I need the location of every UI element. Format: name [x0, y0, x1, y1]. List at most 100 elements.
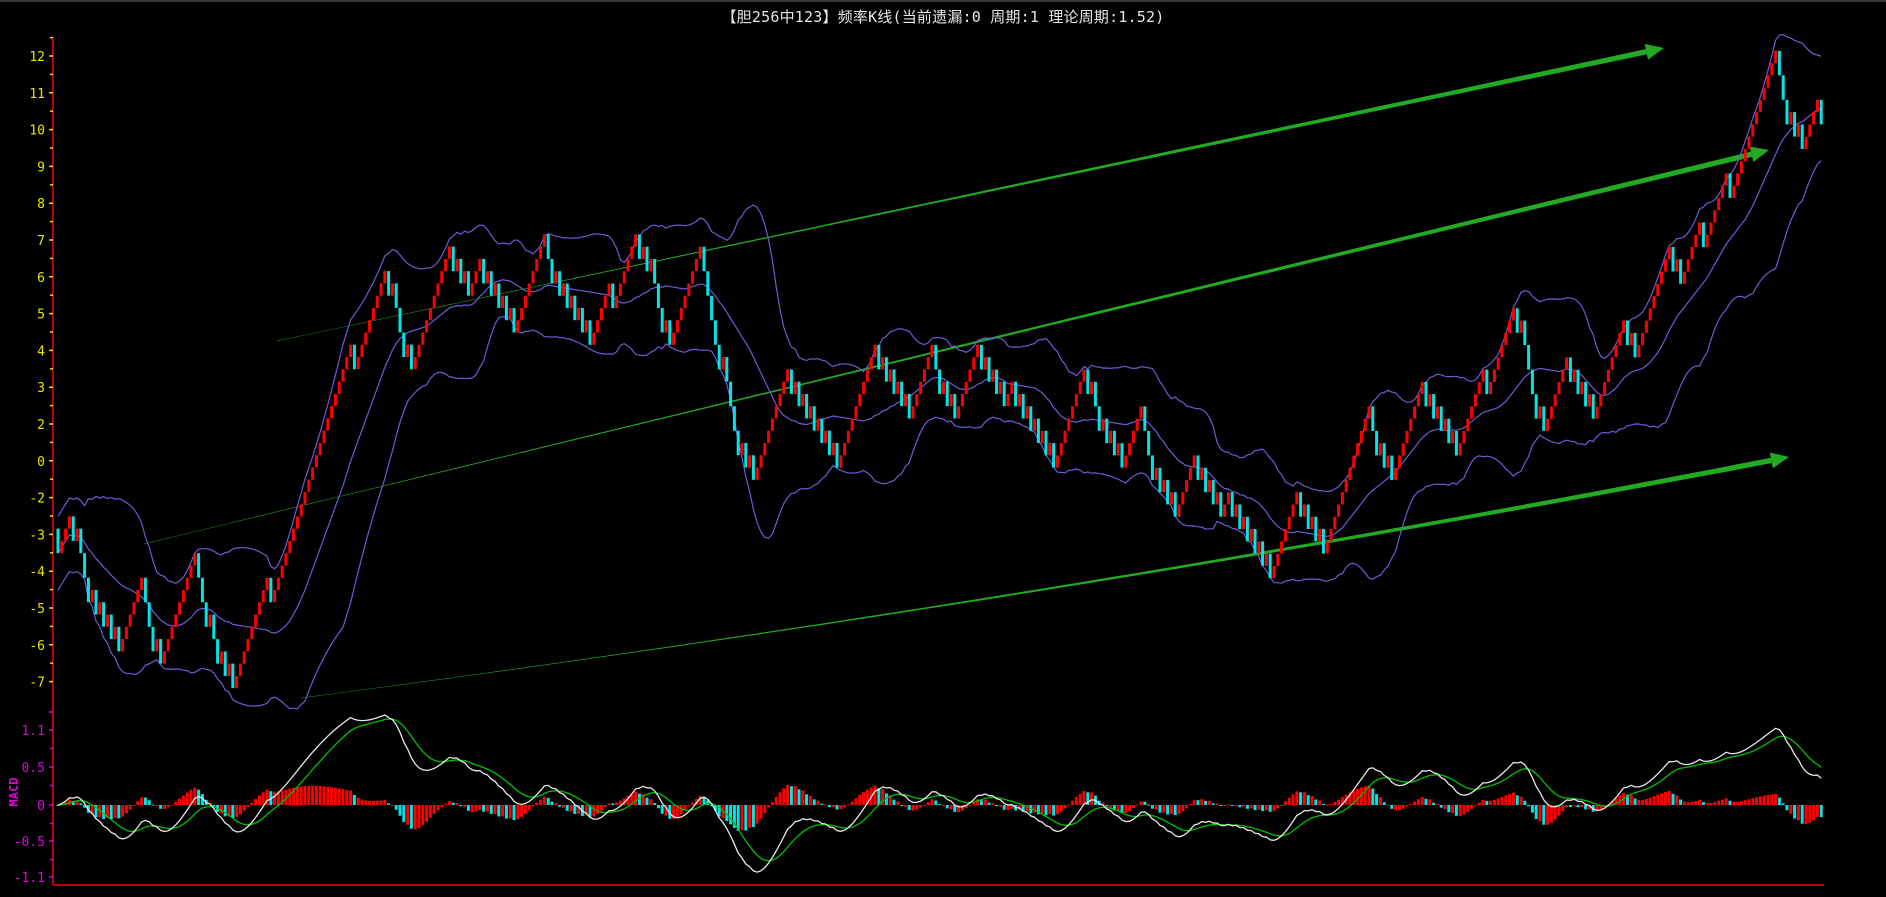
- candle-up: [1470, 406, 1474, 419]
- candle-down: [143, 577, 147, 603]
- macd-bar: [330, 787, 334, 805]
- candle-down: [387, 271, 391, 296]
- candle-up: [1599, 394, 1603, 407]
- candle-down: [1371, 406, 1375, 431]
- macd-bar: [793, 786, 797, 805]
- candle-up: [675, 320, 679, 333]
- macd-bar: [542, 796, 546, 805]
- candle-down: [1299, 492, 1303, 517]
- candle-up: [1169, 492, 1173, 505]
- candle-up: [854, 406, 858, 419]
- candle-up: [136, 590, 140, 603]
- macd-bar: [1428, 799, 1432, 805]
- macd-tick-label: -1.1: [14, 871, 45, 886]
- candle-up: [242, 651, 246, 664]
- macd-bar: [987, 802, 991, 805]
- candle-up: [1378, 443, 1382, 456]
- macd-bar: [1720, 799, 1724, 805]
- candle-down: [1447, 418, 1451, 444]
- candle-up: [896, 381, 900, 394]
- macd-bar: [1139, 801, 1143, 805]
- candle-up: [326, 418, 330, 431]
- candle-down: [979, 344, 983, 370]
- candle-up: [1458, 443, 1462, 456]
- macd-bar: [1667, 790, 1671, 805]
- macd-bar: [113, 805, 117, 818]
- candle-up: [375, 295, 379, 308]
- y-tick-label: -3: [29, 528, 45, 543]
- macd-bar: [1276, 805, 1280, 809]
- macd-bar: [786, 785, 790, 805]
- candle-up: [1614, 345, 1618, 358]
- candle-up: [1223, 504, 1227, 517]
- macd-bar: [1371, 788, 1375, 805]
- candle-down: [79, 528, 83, 554]
- candle-up: [181, 590, 185, 603]
- macd-bar: [1435, 804, 1439, 805]
- candle-down: [1321, 529, 1325, 554]
- candle-down: [1052, 443, 1056, 468]
- macd-bar: [485, 805, 489, 812]
- macd-bar: [394, 805, 398, 810]
- macd-bar: [979, 800, 983, 805]
- candle-up: [1561, 369, 1565, 382]
- macd-bar: [371, 800, 375, 805]
- candle-down: [546, 234, 550, 259]
- candle-up: [1257, 541, 1261, 554]
- candle-up: [915, 394, 919, 407]
- candle-down: [402, 332, 406, 357]
- candle-up: [303, 491, 307, 505]
- macd-bar: [656, 805, 660, 809]
- candle-up: [949, 394, 953, 407]
- candle-up: [740, 443, 744, 456]
- macd-dea-line: [57, 718, 1822, 862]
- candle-down: [231, 663, 235, 689]
- candle-up: [778, 393, 782, 407]
- candle-up: [413, 357, 417, 370]
- candle-up: [1135, 418, 1139, 431]
- macd-bar: [839, 805, 843, 810]
- candle-up: [75, 528, 79, 541]
- y-tick-label: 0: [37, 455, 45, 470]
- macd-bar: [903, 805, 907, 807]
- candle-up: [1747, 136, 1751, 149]
- candle-down: [466, 271, 470, 296]
- candle-down: [653, 259, 657, 284]
- macd-bar: [250, 802, 254, 805]
- candle-up: [1177, 504, 1181, 517]
- candle-down: [83, 553, 87, 578]
- candle-up: [1154, 467, 1158, 480]
- candle-up: [1724, 173, 1728, 186]
- candle-up: [1200, 467, 1204, 480]
- macd-bar: [493, 805, 497, 815]
- macd-bar: [143, 797, 147, 805]
- candle-up: [1587, 394, 1591, 407]
- macd-bar: [451, 802, 455, 805]
- candle-up: [1739, 161, 1743, 174]
- macd-bar: [516, 805, 520, 820]
- macd-bar: [660, 805, 664, 814]
- macd-bar: [873, 785, 877, 805]
- macd-bar: [1245, 805, 1249, 809]
- candle-up: [1074, 394, 1078, 407]
- candle-down: [1166, 479, 1170, 505]
- macd-bar: [421, 805, 425, 826]
- candle-down: [1568, 357, 1572, 382]
- candle-up: [1538, 406, 1542, 419]
- candle-up: [455, 258, 459, 272]
- candle-down: [588, 320, 592, 345]
- macd-bar: [1462, 805, 1466, 815]
- macd-bar: [1663, 792, 1667, 805]
- candle-up: [1637, 345, 1641, 358]
- macd-bar: [1739, 801, 1743, 805]
- candle-down: [197, 553, 201, 578]
- candle-up: [276, 577, 280, 591]
- candle-up: [1185, 479, 1189, 493]
- candle-up: [64, 528, 68, 541]
- macd-bar: [1154, 805, 1158, 810]
- macd-bar: [242, 805, 246, 811]
- macd-bar: [1135, 804, 1139, 806]
- macd-bar: [1774, 794, 1778, 805]
- macd-bar: [1283, 801, 1287, 805]
- macd-bar: [740, 805, 744, 831]
